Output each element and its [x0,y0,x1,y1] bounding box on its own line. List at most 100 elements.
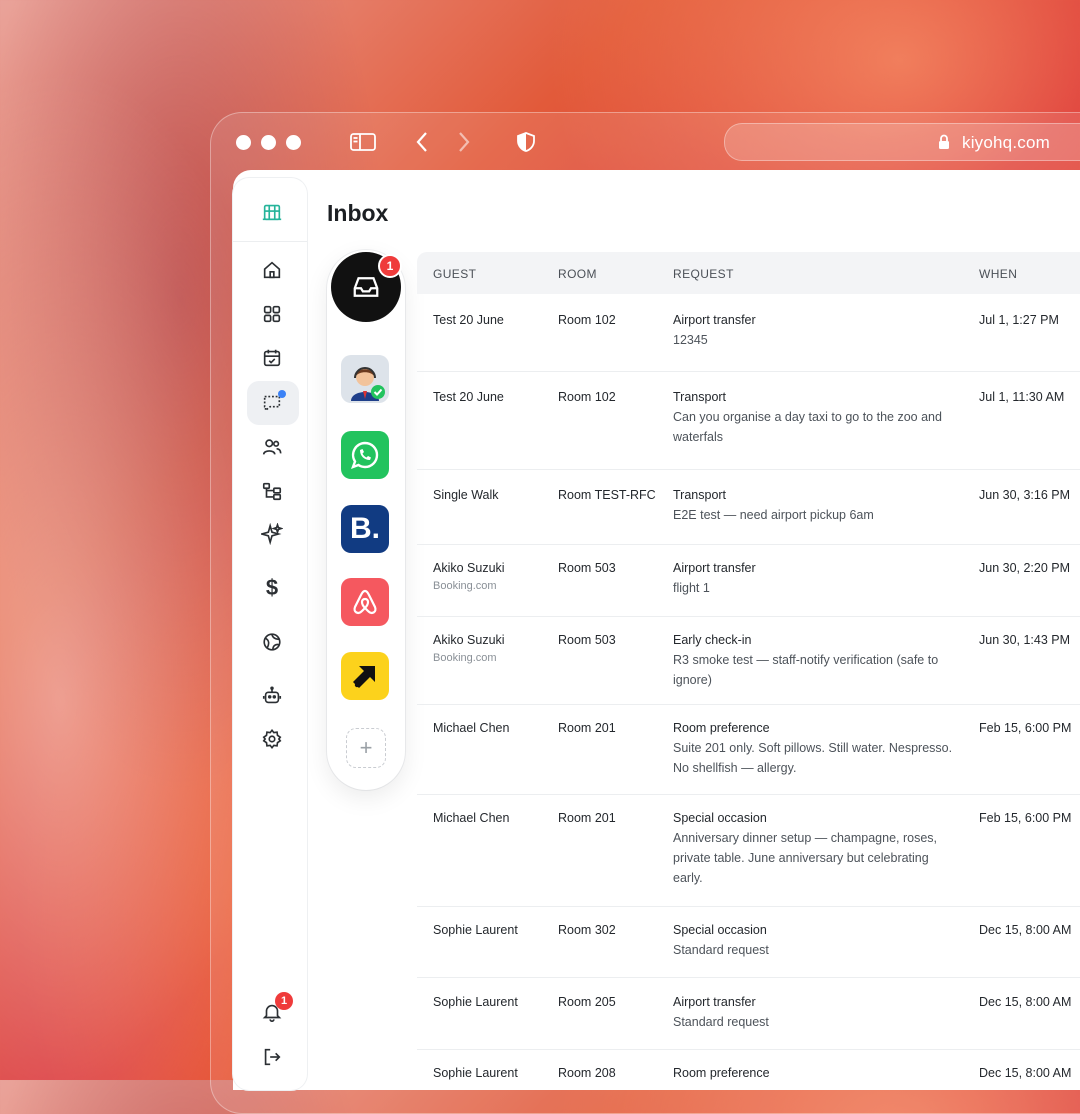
home-icon[interactable] [258,256,286,284]
request-time: Jul 1, 11:30 AM [979,390,1065,404]
booking-source: Booking.com [433,580,497,592]
whatsapp-icon [350,441,379,470]
dollar-icon[interactable]: $ [258,574,286,602]
room-number: Room 503 [558,633,616,647]
expedia-icon [353,666,375,688]
rail-divider [233,241,307,242]
bot-icon[interactable] [258,682,286,710]
sparkle-icon[interactable] [258,520,286,548]
lock-icon [939,134,949,149]
request-time: Dec 15, 8:00 AM [979,995,1072,1009]
guest-name: Sophie Laurent [433,923,518,937]
users-icon[interactable] [258,433,286,461]
guest-name: Michael Chen [433,721,510,735]
table-row[interactable]: Test 20 June Room 102 Airport transfer 12… [417,294,1080,372]
request-type: Airport transfer [673,995,756,1009]
booking-icon: B. [350,512,380,545]
request-type: Special occasion [673,811,767,825]
request-type: Airport transfer [673,313,756,327]
room-number: Room TEST-RFC [558,488,656,502]
calendar-icon[interactable] [258,344,286,372]
back-arrow-icon[interactable] [414,130,430,154]
room-number: Room 205 [558,995,616,1009]
request-type: Transport [673,390,727,404]
minimize-window-button[interactable] [261,135,276,150]
request-type: Early check-in [673,633,752,647]
request-detail: flight 1 [673,581,710,595]
add-channel-button[interactable]: + [346,728,386,768]
settings-icon[interactable] [258,725,286,753]
inbox-tray-icon [353,277,379,297]
table-row[interactable]: Sophie Laurent Room 302 Special occasion… [417,906,1080,978]
request-type: Transport [673,488,727,502]
request-detail: Standard request [673,1015,769,1029]
guest-name: Sophie Laurent [433,995,518,1009]
notifications-badge: 1 [275,992,293,1010]
header-guest[interactable]: GUEST [433,267,476,281]
request-detail: Standard request [673,943,769,957]
close-window-button[interactable] [236,135,251,150]
header-room[interactable]: ROOM [558,267,597,281]
request-detail: Anniversary dinner setup — champagne, ro… [673,831,938,885]
guest-name: Single Walk [433,488,499,502]
table-header: GUEST ROOM REQUEST WHEN [417,252,1080,294]
guest-name: Michael Chen [433,811,510,825]
table-row[interactable]: Sophie Laurent Room 208 Room preference … [417,1049,1080,1089]
request-time: Feb 15, 6:00 PM [979,811,1072,825]
request-time: Dec 15, 8:00 AM [979,1066,1072,1080]
table-row[interactable]: Michael Chen Room 201 Special occasion An… [417,794,1080,907]
request-detail: Suite 201 only. Soft pillows. Still wate… [673,741,953,775]
request-type: Special occasion [673,923,767,937]
room-number: Room 102 [558,313,616,327]
globe-icon[interactable] [258,628,286,656]
window-controls [236,135,301,150]
room-number: Room 201 [558,721,616,735]
table-row[interactable]: Sophie Laurent Room 205 Airport transfer… [417,977,1080,1050]
grid-icon[interactable] [258,300,286,328]
table-row[interactable]: Akiko Suzuki Booking.com Room 503 Early c… [417,616,1080,705]
channel-booking[interactable]: B. [341,505,389,553]
room-number: Room 302 [558,923,616,937]
page-title: Inbox [327,200,389,226]
guest-name: Sophie Laurent [433,1066,518,1080]
airbnb-icon [353,589,377,614]
hotel-logo-icon[interactable] [258,198,286,226]
table-row[interactable]: Test 20 June Room 102 Transport Can you o… [417,371,1080,470]
room-number: Room 201 [558,811,616,825]
booking-source: Booking.com [433,652,497,664]
logout-icon[interactable] [258,1043,286,1071]
room-number: Room 208 [558,1066,616,1080]
maximize-window-button[interactable] [286,135,301,150]
request-detail: E2E test — need airport pickup 6am [673,508,874,522]
channel-expedia[interactable] [341,652,389,700]
forward-arrow-icon[interactable] [456,130,472,154]
sidebar-toggle-icon[interactable] [350,133,376,151]
request-time: Dec 15, 8:00 AM [979,923,1072,937]
guest-name: Akiko Suzuki [433,561,505,575]
guest-name: Test 20 June [433,390,504,404]
header-when[interactable]: WHEN [979,267,1017,281]
request-time: Jul 1, 1:27 PM [979,313,1059,327]
hierarchy-icon[interactable] [258,477,286,505]
table-row[interactable]: Single Walk Room TEST-RFC Transport E2E t… [417,469,1080,545]
table-row[interactable]: Michael Chen Room 201 Room preference Sui… [417,704,1080,795]
request-detail: Can you organise a day taxi to go to the… [673,410,942,444]
header-request[interactable]: REQUEST [673,267,734,281]
support-agent-icon [351,367,385,401]
url-text[interactable]: kiyohq.com [962,133,1050,153]
table-row[interactable]: Akiko Suzuki Booking.com Room 503 Airport… [417,544,1080,617]
guest-name: Akiko Suzuki [433,633,505,647]
channel-airbnb[interactable] [341,578,389,626]
unread-dot [278,390,286,398]
request-type: Airport transfer [673,561,756,575]
request-time: Jun 30, 3:16 PM [979,488,1071,502]
channel-whatsapp[interactable] [341,431,389,479]
shield-icon[interactable] [516,132,536,152]
inbox-badge: 1 [378,254,402,278]
request-detail: 12345 [673,333,708,347]
guest-name: Test 20 June [433,313,504,327]
request-time: Feb 15, 6:00 PM [979,721,1072,735]
request-time: Jun 30, 1:43 PM [979,633,1071,647]
channel-agent[interactable] [341,355,389,403]
room-number: Room 102 [558,390,616,404]
